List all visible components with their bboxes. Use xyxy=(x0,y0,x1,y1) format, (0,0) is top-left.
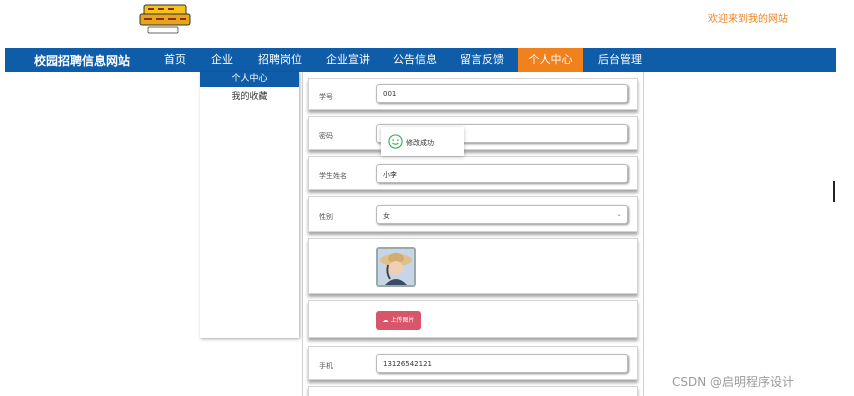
text-cursor xyxy=(833,181,835,202)
avatar xyxy=(376,247,416,287)
form-row-student-name: 学生姓名 小李 xyxy=(308,156,638,190)
form-row-password: 密码 xyxy=(308,116,638,150)
smile-icon xyxy=(388,134,403,149)
student-name-input[interactable]: 小李 xyxy=(376,164,628,183)
toast-message: 修改成功 xyxy=(406,139,434,147)
student-id-input[interactable]: 001 xyxy=(376,84,628,103)
phone-label: 手机 xyxy=(319,362,333,370)
form-row-avatar xyxy=(308,238,638,294)
top-header: 欢迎来到我的网站 xyxy=(0,0,854,48)
gender-selected-value: 女 xyxy=(383,212,390,220)
nav-personal-center[interactable]: 个人中心 xyxy=(518,48,583,72)
password-label: 密码 xyxy=(319,132,333,140)
main-navbar: 校园招聘信息网站 首页 企业 招聘岗位 企业宣讲 公告信息 留言反馈 个人中心 … xyxy=(5,48,836,72)
nav-company-talks[interactable]: 企业宣讲 xyxy=(323,48,373,72)
sidebar-item-favorites[interactable]: 我的收藏 xyxy=(200,90,299,105)
form-row-gender: 性别 女 ⌄ xyxy=(308,196,638,232)
avatar-photo-icon xyxy=(378,249,414,285)
nav-admin[interactable]: 后台管理 xyxy=(595,48,645,72)
nav-jobs[interactable]: 招聘岗位 xyxy=(255,48,305,72)
student-name-label: 学生姓名 xyxy=(319,172,347,180)
chevron-down-icon: ⌄ xyxy=(616,210,622,218)
form-row-upload: ☁ 上传图片 xyxy=(308,300,638,338)
phone-input[interactable]: 13126542121 xyxy=(376,354,628,373)
form-row-student-id: 学号 001 xyxy=(308,78,638,110)
nav-home[interactable]: 首页 xyxy=(160,48,190,72)
form-row-next xyxy=(308,386,638,396)
profile-form: 学号 001 密码 学生姓名 小李 性别 女 ⌄ ☁ 上传图片 手机 13126… xyxy=(302,72,644,396)
site-title: 校园招聘信息网站 xyxy=(34,54,131,68)
upload-image-button[interactable]: ☁ 上传图片 xyxy=(376,311,421,330)
welcome-text: 欢迎来到我的网站 xyxy=(708,14,788,25)
digimon-logo-icon xyxy=(139,4,191,34)
nav-announcements[interactable]: 公告信息 xyxy=(390,48,440,72)
nav-feedback[interactable]: 留言反馈 xyxy=(457,48,507,72)
watermark: CSDN @启明程序设计 xyxy=(672,375,795,389)
student-id-label: 学号 xyxy=(319,93,333,101)
success-toast: 修改成功 xyxy=(381,127,464,156)
cloud-upload-icon: ☁ xyxy=(382,317,389,324)
gender-select[interactable]: 女 ⌄ xyxy=(376,205,628,224)
gender-label: 性别 xyxy=(319,213,333,221)
personal-sidebar: 个人中心 我的收藏 xyxy=(200,72,299,338)
nav-company[interactable]: 企业 xyxy=(207,48,237,72)
upload-button-label: 上传图片 xyxy=(390,317,415,324)
form-row-phone: 手机 13126542121 xyxy=(308,346,638,380)
sidebar-item-personal-center[interactable]: 个人中心 xyxy=(200,72,299,87)
